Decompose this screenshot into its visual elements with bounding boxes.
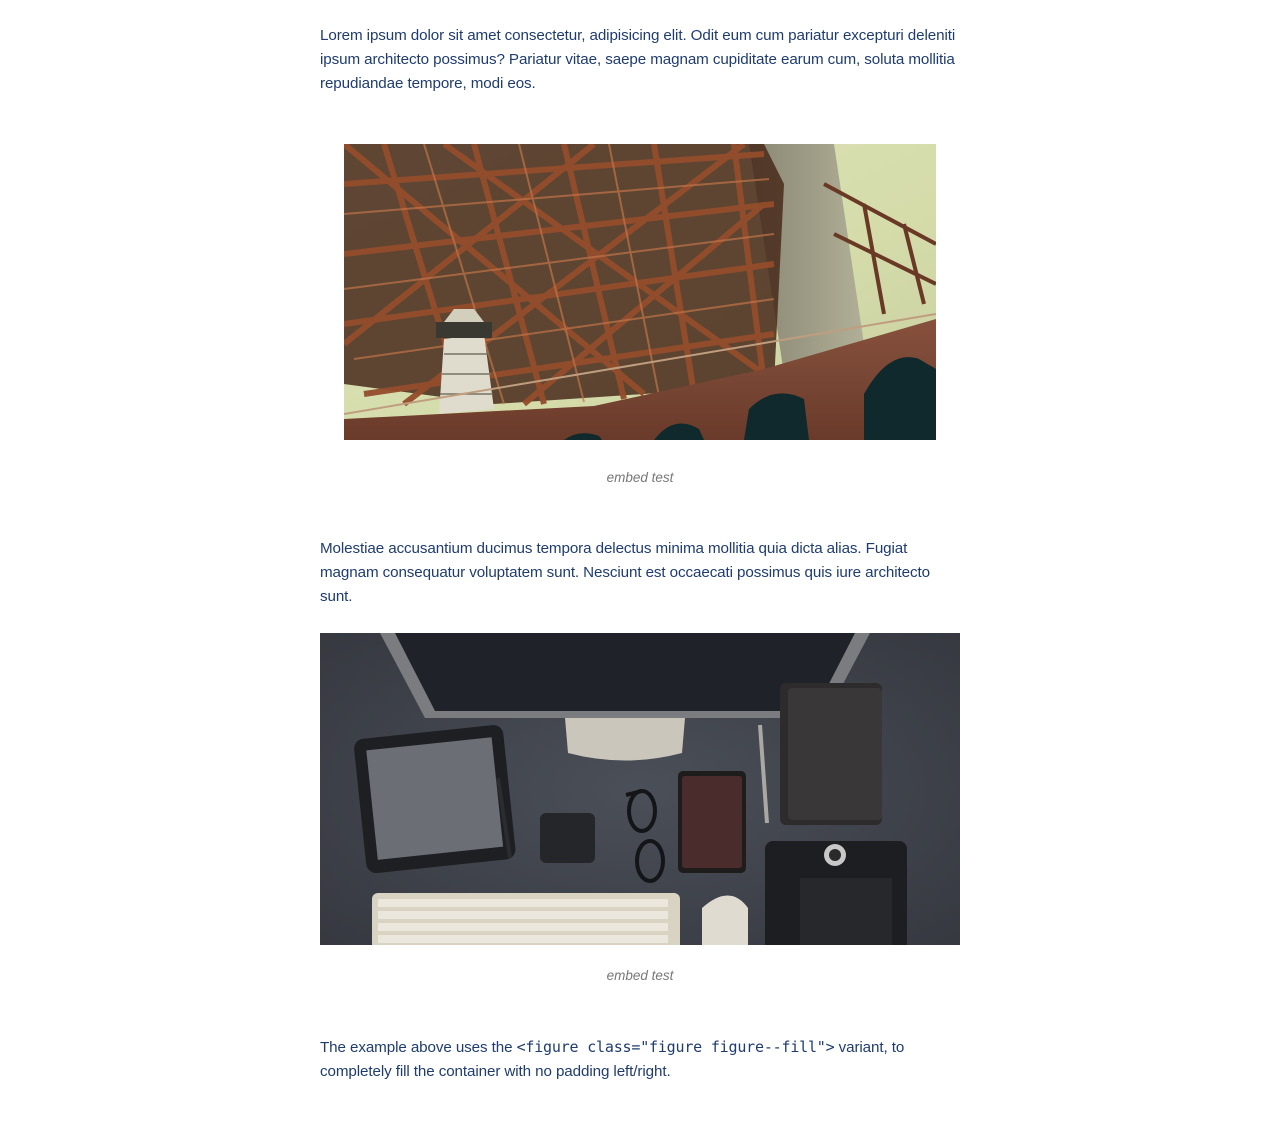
figure-caption: embed test xyxy=(606,470,674,485)
paragraph-fill-note: The example above uses the <figure class… xyxy=(320,1035,960,1084)
paragraph-body: Molestiae accusantium ducimus tempora de… xyxy=(320,540,930,605)
bridge-photo xyxy=(344,144,936,440)
inline-code: <figure class="figure figure--fill"> xyxy=(516,1038,835,1056)
paragraph-intro: Lorem ipsum dolor sit amet consectetur, … xyxy=(320,27,956,92)
figure-bridge-image xyxy=(344,144,936,440)
figure-caption: embed test xyxy=(606,968,674,983)
desk-photo xyxy=(320,633,960,945)
paragraph-text-before-code: The example above uses the xyxy=(320,1039,517,1056)
figure-desk-image xyxy=(320,633,960,945)
